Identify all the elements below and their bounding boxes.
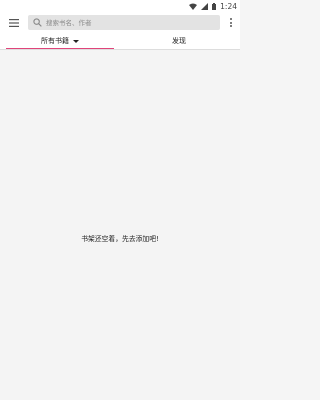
status-icons: 1:24: [189, 0, 237, 12]
search-icon: [33, 18, 42, 27]
more-vertical-icon-dot: [230, 21, 232, 24]
hamburger-menu-button[interactable]: [5, 14, 22, 31]
more-options-button[interactable]: [226, 15, 236, 30]
app-screen: 1:24 所有书籍 发现: [0, 0, 240, 400]
tab-divider: [0, 48, 240, 49]
hamburger-menu-icon: [8, 18, 19, 27]
tab-all-books-label: 所有书籍: [41, 37, 69, 45]
search-input[interactable]: [46, 15, 216, 30]
status-time: 1:24: [220, 1, 237, 11]
status-bar: 1:24: [0, 0, 240, 12]
empty-bookshelf-message: 书架还空着，先去添加吧!: [81, 235, 159, 243]
signal-icon: [201, 2, 209, 10]
dropdown-arrow-icon: [73, 40, 79, 43]
battery-icon: [212, 2, 217, 10]
search-bar[interactable]: [28, 15, 220, 30]
more-vertical-icon-dot: [230, 25, 232, 27]
more-vertical-icon-dot: [230, 18, 232, 20]
tab-bar: 所有书籍 发现: [0, 33, 240, 49]
wifi-icon: [189, 3, 198, 10]
toolbar: [0, 12, 240, 33]
tab-discover-label: 发现: [172, 37, 186, 45]
tab-discover[interactable]: 发现: [125, 33, 233, 49]
